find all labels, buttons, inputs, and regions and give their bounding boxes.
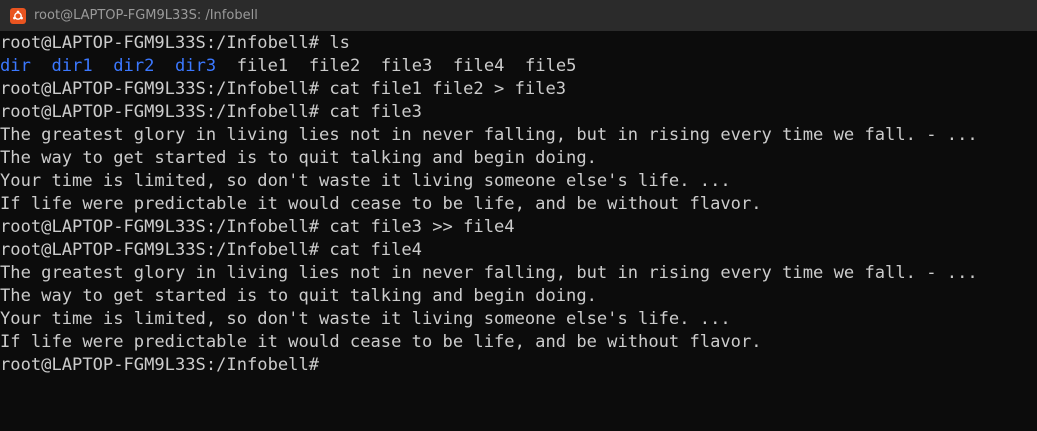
- command-line-cat-file3: root@LAPTOP-FGM9L33S:/Infobell# cat file…: [0, 101, 1037, 124]
- command-text: cat file4: [329, 240, 422, 260]
- output-line: Your time is limited, so don't waste it …: [0, 171, 731, 191]
- file-entry: file1: [236, 56, 289, 76]
- command-line-concat: root@LAPTOP-FGM9L33S:/Infobell# cat file…: [0, 78, 1037, 101]
- terminal-output[interactable]: root@LAPTOP-FGM9L33S:/Infobell# ls dir d…: [0, 32, 1037, 431]
- command-text: ls: [329, 33, 350, 53]
- command-text: cat file1 file2 > file3: [329, 79, 567, 99]
- ls-output: dir dir1 dir2 dir3 file1 file2 file3 fil…: [0, 55, 1037, 78]
- cursor: [319, 355, 329, 374]
- command-line-append: root@LAPTOP-FGM9L33S:/Infobell# cat file…: [0, 216, 1037, 239]
- dir-entry: dir: [0, 56, 31, 76]
- dir-entry: dir3: [175, 56, 217, 76]
- file-entry: file4: [452, 56, 505, 76]
- prompt: root@LAPTOP-FGM9L33S:/Infobell#: [0, 217, 320, 237]
- ubuntu-icon: [10, 7, 26, 24]
- prompt: root@LAPTOP-FGM9L33S:/Infobell#: [0, 33, 320, 53]
- output-line: The way to get started is to quit talkin…: [0, 286, 597, 306]
- terminal-window: root@LAPTOP-FGM9L33S: /Infobell root@LAP…: [0, 0, 1037, 431]
- prompt: root@LAPTOP-FGM9L33S:/Infobell#: [0, 240, 320, 260]
- prompt: root@LAPTOP-FGM9L33S:/Infobell#: [0, 355, 320, 375]
- output-line: The way to get started is to quit talkin…: [0, 148, 597, 168]
- title-bar[interactable]: root@LAPTOP-FGM9L33S: /Infobell: [0, 0, 1037, 31]
- command-line-current[interactable]: root@LAPTOP-FGM9L33S:/Infobell#: [0, 354, 1037, 377]
- file-entry: file2: [308, 56, 361, 76]
- output-line: If life were predictable it would cease …: [0, 194, 762, 214]
- command-line-cat-file4: root@LAPTOP-FGM9L33S:/Infobell# cat file…: [0, 239, 1037, 262]
- file-entry: file5: [525, 56, 577, 76]
- dir-entry: dir2: [113, 56, 155, 76]
- command-text: cat file3 >> file4: [329, 217, 515, 237]
- output-line: The greatest glory in living lies not in…: [0, 263, 978, 283]
- command-text: cat file3: [329, 102, 422, 122]
- output-line: If life were predictable it would cease …: [0, 332, 762, 352]
- output-line: Your time is limited, so don't waste it …: [0, 309, 731, 329]
- output-line: The greatest glory in living lies not in…: [0, 125, 978, 145]
- file-entry: file3: [380, 56, 433, 76]
- window-title: root@LAPTOP-FGM9L33S: /Infobell: [34, 8, 258, 23]
- prompt: root@LAPTOP-FGM9L33S:/Infobell#: [0, 102, 320, 122]
- command-line-ls: root@LAPTOP-FGM9L33S:/Infobell# ls: [0, 32, 1037, 55]
- prompt: root@LAPTOP-FGM9L33S:/Infobell#: [0, 79, 320, 99]
- dir-entry: dir1: [51, 56, 93, 76]
